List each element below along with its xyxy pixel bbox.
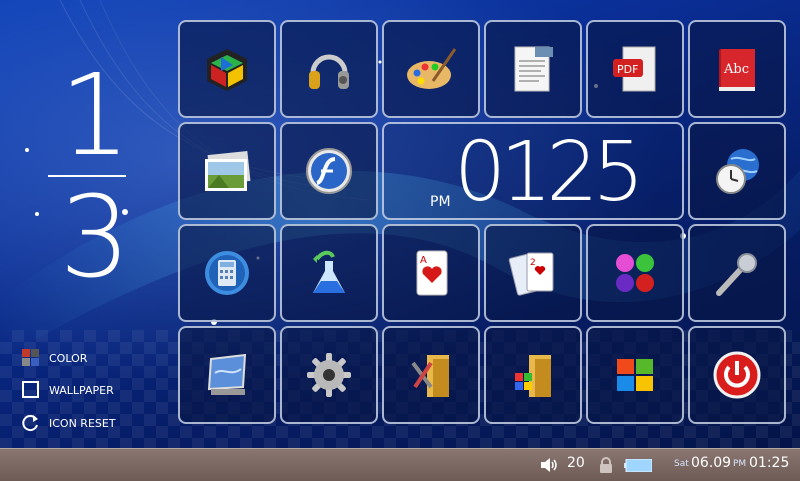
clock-widget[interactable]: PM 0125 xyxy=(382,122,684,220)
svg-text:A: A xyxy=(420,255,427,266)
current-page-number: 1 xyxy=(59,51,131,181)
wallpaper-option[interactable]: WALLPAPER xyxy=(22,379,114,401)
flash-icon xyxy=(306,148,352,194)
app-power[interactable] xyxy=(688,326,786,424)
refresh-icon xyxy=(22,414,40,432)
playing-card-icon: A xyxy=(416,250,448,296)
app-windows-folder[interactable] xyxy=(484,326,582,424)
total-pages-number: 3 xyxy=(59,173,131,303)
wallpaper-square-icon xyxy=(22,381,40,399)
power-icon xyxy=(713,351,761,399)
color-balls-icon xyxy=(616,254,654,292)
tools-folder-icon xyxy=(411,355,449,397)
app-lab[interactable] xyxy=(280,224,378,322)
lock-icon[interactable] xyxy=(599,457,613,473)
card-game-icon: 2 xyxy=(508,252,554,296)
icon-reset-label: ICON RESET xyxy=(49,416,116,430)
icon-reset-option[interactable]: ICON RESET xyxy=(22,412,116,434)
app-settings[interactable] xyxy=(280,326,378,424)
pdf-document-icon: PDF xyxy=(613,46,656,92)
color-option[interactable]: COLOR xyxy=(22,347,87,369)
app-solitaire[interactable]: A xyxy=(382,224,480,322)
svg-text:2: 2 xyxy=(530,258,536,268)
text-document-icon xyxy=(514,46,553,92)
settings-gear-icon xyxy=(307,353,351,397)
home-screen: 1 3 COLOR WALLPAPER ICON RESET PDF Abc P… xyxy=(0,0,800,448)
app-photos[interactable] xyxy=(178,122,276,220)
color-swatch-icon xyxy=(22,349,40,367)
wallpaper-option-label: WALLPAPER xyxy=(49,383,114,397)
app-paint[interactable] xyxy=(382,20,480,118)
app-voice-recorder[interactable] xyxy=(688,224,786,322)
app-card-game[interactable]: 2 xyxy=(484,224,582,322)
paint-palette-icon xyxy=(407,48,457,89)
taskbar-date: 06.09 xyxy=(691,455,732,471)
windows-logo-icon xyxy=(617,359,653,391)
headphones-icon xyxy=(309,54,349,89)
app-world-clock[interactable] xyxy=(688,122,786,220)
battery-icon xyxy=(624,459,652,472)
app-tools-folder[interactable] xyxy=(382,326,480,424)
taskbar-day: Sat xyxy=(674,459,689,469)
windows-folder-icon xyxy=(515,355,551,397)
app-flash[interactable] xyxy=(280,122,378,220)
app-calculator[interactable] xyxy=(178,224,276,322)
world-clock-icon xyxy=(716,149,759,194)
app-text[interactable] xyxy=(484,20,582,118)
app-color-balls[interactable] xyxy=(586,224,684,322)
app-windows[interactable] xyxy=(586,326,684,424)
wallpaper-icon xyxy=(207,353,247,395)
volume-level: 20 xyxy=(567,455,585,471)
calculator-icon xyxy=(205,251,249,295)
taskbar-time: 01:25 xyxy=(749,455,790,471)
color-option-label: COLOR xyxy=(49,351,88,365)
clock-time: 0125 xyxy=(454,125,645,220)
lab-flask-icon xyxy=(313,250,345,293)
microphone-icon xyxy=(716,253,757,296)
svg-text:Abc: Abc xyxy=(723,62,749,77)
app-dictionary[interactable]: Abc xyxy=(688,20,786,118)
media-cube-icon xyxy=(207,49,247,91)
photo-stack-icon xyxy=(205,150,251,191)
app-media-cube[interactable] xyxy=(178,20,276,118)
app-wallpaper[interactable] xyxy=(178,326,276,424)
page-indicator: 1 3 xyxy=(40,50,150,300)
dictionary-icon: Abc xyxy=(719,49,755,91)
volume-icon[interactable] xyxy=(541,458,559,472)
svg-text:PDF: PDF xyxy=(617,63,638,76)
taskbar-ampm: PM xyxy=(733,459,747,469)
clock-ampm: PM xyxy=(430,194,451,210)
app-grid: PDF Abc PM 0125 A 2 xyxy=(178,20,790,428)
app-pdf[interactable]: PDF xyxy=(586,20,684,118)
taskbar: 20 Sat 06.09 PM 01:25 xyxy=(0,448,800,481)
app-music[interactable] xyxy=(280,20,378,118)
